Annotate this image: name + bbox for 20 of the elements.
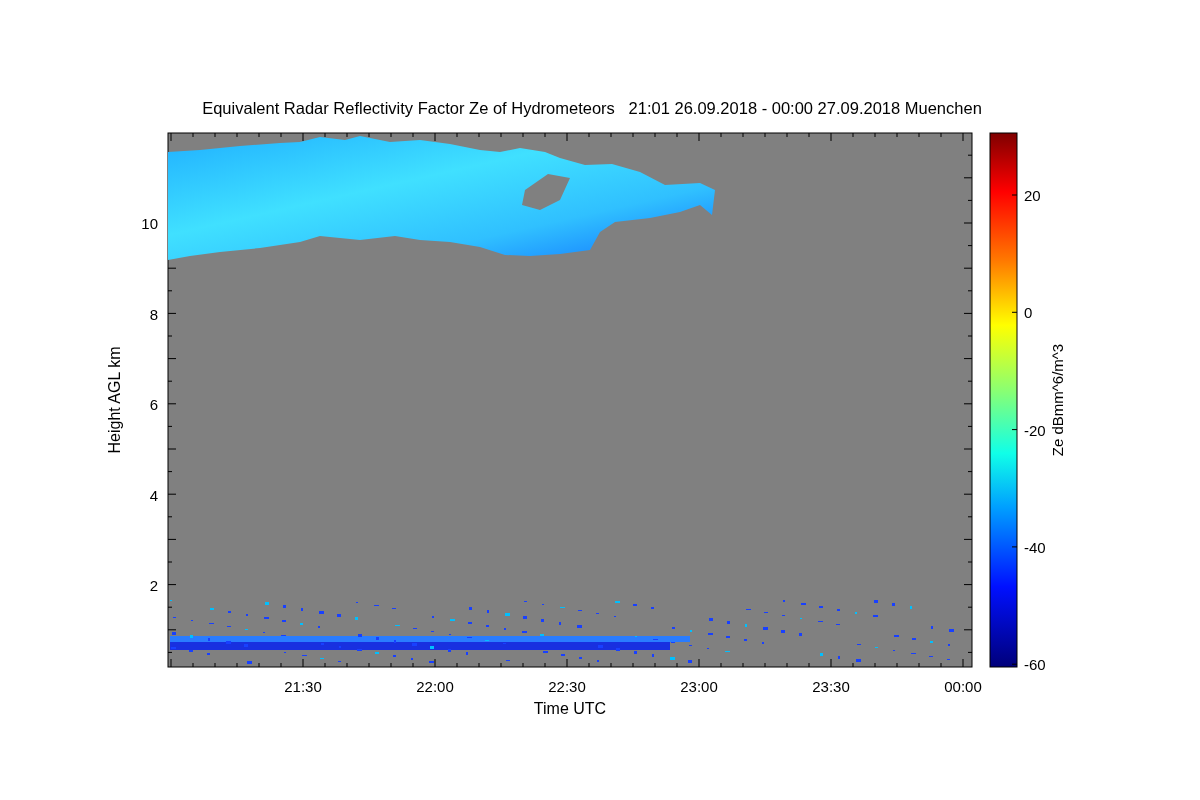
y-tick-label: 2 — [149, 577, 158, 594]
y-axis-label: Height AGL km — [106, 346, 123, 454]
x-tick-label: 22:00 — [416, 678, 454, 695]
y-tick-label: 4 — [149, 486, 158, 504]
x-tick-label: 22:30 — [548, 678, 586, 695]
y-tick-label: 8 — [149, 305, 158, 323]
colorbar-tick-label: 0 — [1024, 304, 1033, 322]
colorbar-tick-label: 20 — [1024, 187, 1041, 204]
x-axis-label: Time UTC — [533, 700, 607, 717]
x-tick-label: 21:30 — [284, 678, 322, 695]
colorbar-tick-label: -60 — [1024, 656, 1046, 674]
colorbar-tick-label: -20 — [1024, 421, 1046, 439]
chart-title: Equivalent Radar Reflectivity Factor Ze of Hydrometeors 21:01 26.09.2018 - 00:00 27.09.2018 Muenchen — [202, 99, 982, 117]
colorbar-tick-label: -40 — [1024, 538, 1046, 556]
y-tick-label: 6 — [149, 396, 158, 413]
x-tick-label: 23:30 — [812, 678, 850, 695]
y-tick-label: 10 — [141, 215, 158, 232]
x-tick-label: 00:00 — [944, 678, 982, 695]
x-tick-label: 23:00 — [680, 678, 718, 695]
colorbar-label: Ze dBmm^6/m^3 — [1049, 343, 1066, 457]
